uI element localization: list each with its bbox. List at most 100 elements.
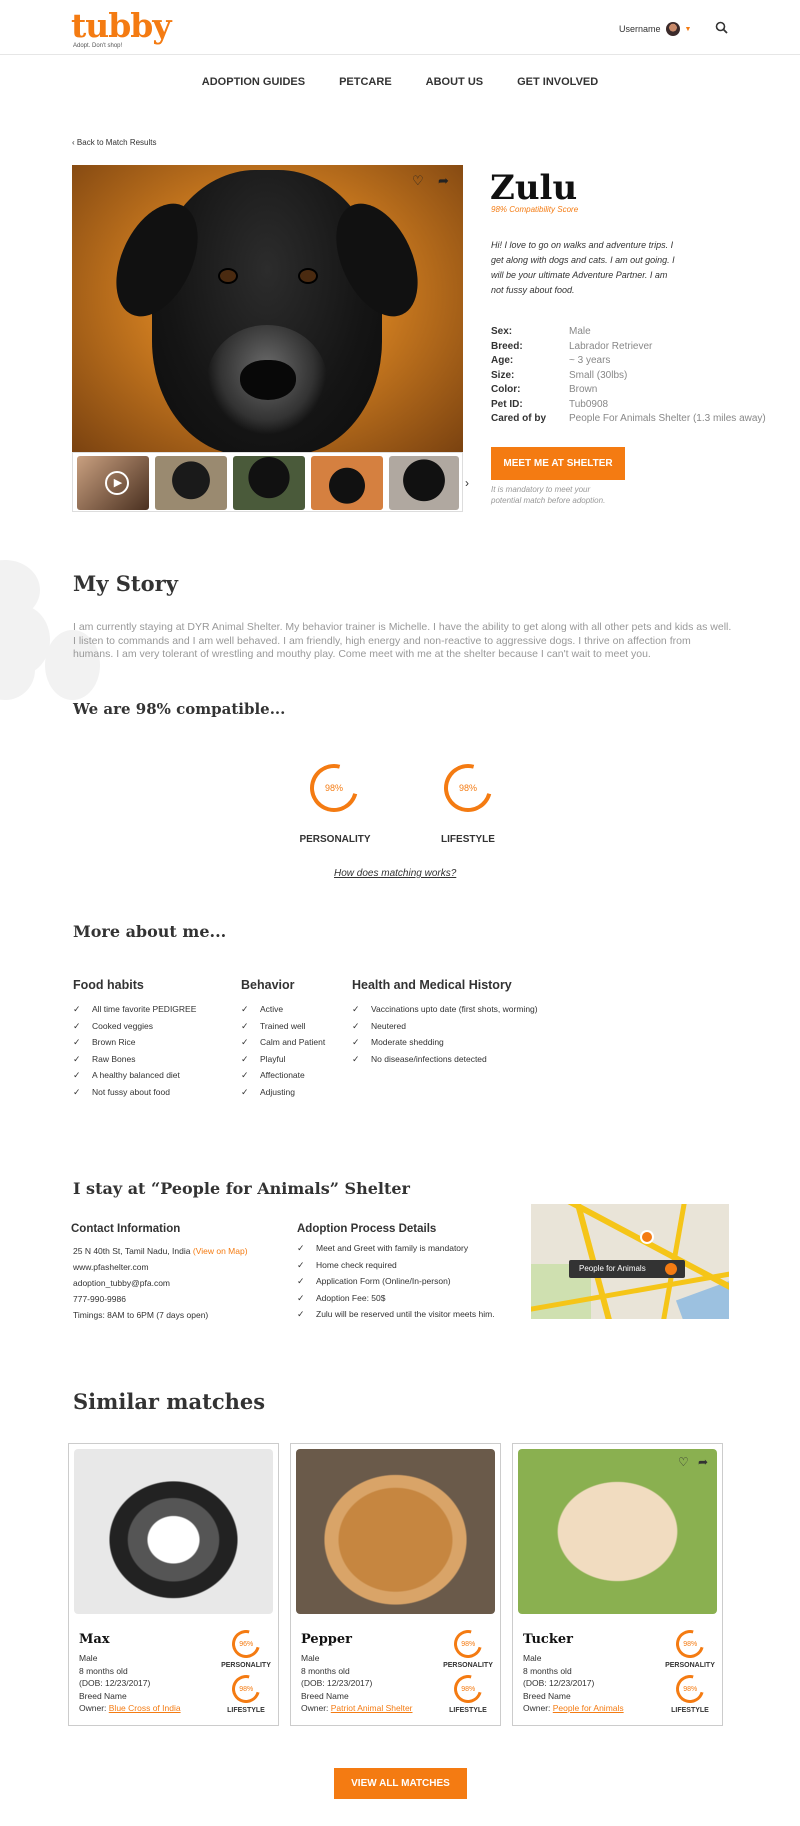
photo-thumbnails: ▶ › xyxy=(72,452,469,512)
fact-row: Size: Small (30lbs) xyxy=(491,369,628,381)
list-item: ✓ Application Form (Online/In-person) xyxy=(297,1276,451,1286)
behavior-title: Behavior xyxy=(241,978,295,992)
email[interactable]: adoption_tubby@pfa.com xyxy=(73,1275,248,1291)
adoption-process-title: Adoption Process Details xyxy=(297,1223,437,1235)
similar-title: Similar matches xyxy=(73,1389,266,1414)
list-item: ✓ Adjusting xyxy=(241,1086,295,1097)
list-item: ✓ Affectionate xyxy=(241,1070,305,1080)
heart-icon[interactable]: ♡ xyxy=(412,173,424,189)
list-item: ✓ Raw Bones xyxy=(73,1053,136,1064)
play-icon: ▶ xyxy=(105,471,129,495)
pet-name: Zulu xyxy=(490,168,578,208)
timings: Timings: 8AM to 6PM (7 days open) xyxy=(73,1310,209,1320)
pet-name: Tucker xyxy=(523,1632,573,1647)
nav-petcare[interactable]: PETCARE xyxy=(339,76,392,88)
contact-title: Contact Information xyxy=(71,1223,181,1235)
main-nav: ADOPTION GUIDES PETCARE ABOUT US GET INV… xyxy=(0,76,800,88)
list-item: ✓ Moderate shedding xyxy=(352,1037,444,1047)
fact-row: Pet ID: Tub0908 xyxy=(491,398,609,410)
dog-image xyxy=(99,170,435,452)
story-text: I am currently staying at DYR Animal She… xyxy=(73,621,732,660)
list-item: ✓ Active xyxy=(241,1004,284,1014)
compat-title: We are 98% compatible... xyxy=(73,700,286,718)
map-label[interactable]: People for Animals xyxy=(569,1260,685,1278)
pet-details: Male 8 months old (DOB: 12/23/2017) Bree… xyxy=(301,1653,413,1713)
personality-ring: 98% xyxy=(448,1624,488,1664)
list-item: ✓ Neutered xyxy=(352,1020,406,1031)
avatar xyxy=(665,22,680,36)
match-card[interactable]: ♡ ➦ Tucker Male 8 months old (DOB: 12/23… xyxy=(512,1443,723,1726)
tagline: Adopt. Don't shop! xyxy=(73,43,123,49)
thumbnail-video[interactable]: ▶ xyxy=(77,456,149,510)
logo[interactable]: tubby xyxy=(71,8,172,44)
fact-row: Breed: Labrador Retriever xyxy=(491,340,653,352)
owner-link[interactable]: Patriot Animal Shelter xyxy=(331,1703,413,1713)
how-matching-works-link[interactable]: How does matching works? xyxy=(334,868,456,879)
list-item: ✓ Brown Rice xyxy=(73,1037,136,1047)
website[interactable]: www.pfashelter.com xyxy=(73,1259,248,1275)
chevron-left-icon: ‹ xyxy=(72,138,75,147)
fact-row: Sex: Male xyxy=(491,326,591,337)
share-icon[interactable]: ➦ xyxy=(698,1455,708,1469)
thumbnail[interactable] xyxy=(389,456,459,510)
list-item: ✓ Trained well xyxy=(241,1020,306,1031)
pet-intro: Hi! I love to go on walks and adventure … xyxy=(491,240,675,295)
chevron-down-icon: ▼ xyxy=(684,25,692,33)
list-item: ✓ Home check required xyxy=(297,1259,397,1270)
list-item: ✓ Meet and Greet with family is mandatory xyxy=(297,1243,469,1253)
fact-row: Cared of by People For Animals Shelter (1… xyxy=(491,413,766,424)
heart-icon[interactable]: ♡ xyxy=(678,1455,689,1469)
meet-at-shelter-button[interactable]: MEET ME AT SHELTER xyxy=(491,447,625,480)
match-card[interactable]: Max Male 8 months old (DOB: 12/23/2017) … xyxy=(68,1443,279,1726)
lifestyle-ring: 98% xyxy=(670,1669,710,1709)
pet-photo xyxy=(296,1449,495,1614)
health-list: ✓ Vaccinations upto date (first shots, wo… xyxy=(352,1001,538,1067)
owner-link[interactable]: People for Animals xyxy=(553,1703,624,1713)
compatibility-score: 98% Compatibility Score xyxy=(491,205,579,214)
story-title: My Story xyxy=(73,571,178,596)
view-all-matches-button[interactable]: VIEW ALL MATCHES xyxy=(334,1768,467,1799)
list-item: ✓ Vaccinations upto date (first shots, wo… xyxy=(352,1004,538,1014)
nav-get-involved[interactable]: GET INVOLVED xyxy=(517,76,598,88)
list-item: ✓ Zulu will be reserved until the visitor… xyxy=(297,1309,495,1319)
behavior-list: ✓ Active ✓ Trained well ✓ Calm and Patient … xyxy=(241,1001,325,1100)
shelter-map[interactable]: People for Animals xyxy=(531,1204,729,1319)
list-item: ✓ Adoption Fee: 50$ xyxy=(297,1292,386,1303)
food-habits-title: Food habits xyxy=(73,978,144,992)
pet-name: Pepper xyxy=(301,1632,352,1647)
chevron-right-icon[interactable]: › xyxy=(465,456,469,510)
pet-facts: Sex: Male Breed: Labrador Retriever Age: ~ … xyxy=(491,325,766,427)
contact-info: 25 N 40th St, Tamil Nadu, India (View on… xyxy=(73,1243,248,1323)
owner-link[interactable]: Blue Cross of India xyxy=(109,1703,181,1713)
more-about-title: More about me... xyxy=(73,922,227,941)
mandatory-note: It is mandatory to meet your potential m… xyxy=(491,485,606,505)
search-icon[interactable] xyxy=(715,21,728,34)
share-icon[interactable]: ➦ xyxy=(438,173,449,189)
adoption-process-list: ✓ Meet and Greet with family is mandatory… xyxy=(297,1240,495,1323)
health-title: Health and Medical History xyxy=(352,978,512,992)
list-item: ✓ Cooked veggies xyxy=(73,1020,153,1031)
arrow-icon xyxy=(665,1263,677,1275)
back-link[interactable]: ‹ Back to Match Results xyxy=(72,138,157,147)
list-item: ✓ No disease/infections detected xyxy=(352,1053,487,1064)
view-on-map-link[interactable]: (View on Map) xyxy=(193,1246,248,1256)
pet-details: Male 8 months old (DOB: 12/23/2017) Bree… xyxy=(523,1653,624,1713)
thumbnail[interactable] xyxy=(155,456,227,510)
personality-ring: 98% xyxy=(670,1624,710,1664)
thumbnail[interactable] xyxy=(233,456,305,510)
phone: 777-990-9986 xyxy=(73,1294,126,1304)
nav-about-us[interactable]: ABOUT US xyxy=(426,76,483,88)
shelter-title: I stay at “People for Animals” Shelter xyxy=(73,1179,410,1198)
lifestyle-ring: 98% xyxy=(435,755,501,821)
lifestyle-label: LIFESTYLE xyxy=(441,834,495,845)
thumbnail[interactable] xyxy=(311,456,383,510)
food-list: ✓ All time favorite PEDIGREE ✓ Cooked vegg… xyxy=(73,1001,196,1100)
list-item: ✓ Not fussy about food xyxy=(73,1086,170,1097)
match-card[interactable]: Pepper Male 8 months old (DOB: 12/23/201… xyxy=(290,1443,501,1726)
nav-adoption-guides[interactable]: ADOPTION GUIDES xyxy=(202,76,305,88)
user-menu[interactable]: Username ▼ xyxy=(619,22,691,36)
personality-label: PERSONALITY xyxy=(299,834,371,845)
list-item: ✓ Calm and Patient xyxy=(241,1037,326,1047)
list-item: ✓ A healthy balanced diet xyxy=(73,1070,180,1080)
personality-ring: 96% xyxy=(226,1624,266,1664)
